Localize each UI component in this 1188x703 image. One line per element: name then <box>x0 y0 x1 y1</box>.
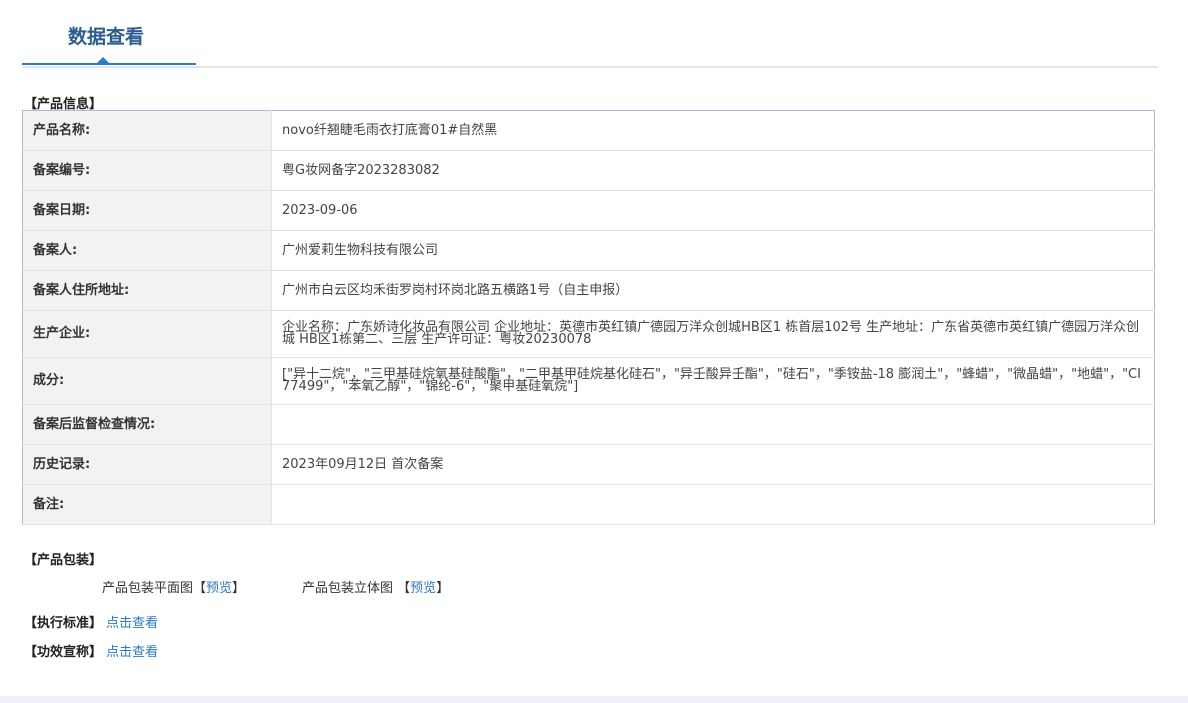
row-label: 备案人: <box>22 230 272 271</box>
row-value: 粤G妆网备字2023283082 <box>271 150 1155 191</box>
row-value <box>271 404 1155 445</box>
table-row: 备案人住所地址: 广州市白云区均禾街罗岗村环岗北路五横路1号（自主申报） <box>22 270 1155 311</box>
row-label: 备案日期: <box>22 190 272 231</box>
table-row: 备注: <box>22 484 1155 525</box>
standard-row: 【执行标准】 点击查看 <box>24 612 158 631</box>
tab-caret-icon <box>97 57 109 63</box>
table-row: 备案后监督检查情况: <box>22 404 1155 445</box>
tab-data-view[interactable]: 数据查看 <box>68 22 144 49</box>
row-value: 广州爱莉生物科技有限公司 <box>271 230 1155 271</box>
packaging-flat: 产品包装平面图【预览】 <box>102 577 245 596</box>
row-label: 备案编号: <box>22 150 272 191</box>
packaging-3d-label: 产品包装立体图 <box>302 581 394 596</box>
row-label: 备案后监督检查情况: <box>22 404 272 445</box>
row-label: 备案人住所地址: <box>22 270 272 311</box>
packaging-flat-label: 产品包装平面图 <box>102 581 194 596</box>
packaging-3d: 产品包装立体图 【预览】 <box>302 577 449 596</box>
row-label: 成分: <box>22 357 272 405</box>
preview-3d-link[interactable]: 预览 <box>410 581 436 596</box>
table-row: 历史记录: 2023年09月12日 首次备案 <box>22 444 1155 485</box>
row-label: 历史记录: <box>22 444 272 485</box>
row-value: novo纤翘睫毛雨衣打底膏01#自然黑 <box>271 110 1155 151</box>
row-label: 备注: <box>22 484 272 525</box>
claims-view-link[interactable]: 点击查看 <box>106 645 158 660</box>
bracket-close: 】 <box>232 581 246 596</box>
claims-row: 【功效宣称】 点击查看 <box>24 641 158 660</box>
row-value: 2023-09-06 <box>271 190 1155 231</box>
row-value: 广州市白云区均禾街罗岗村环岗北路五横路1号（自主申报） <box>271 270 1155 311</box>
bracket-close: 】 <box>436 581 450 596</box>
bracket-open: 【 <box>193 581 207 596</box>
footer-bar <box>0 696 1188 703</box>
preview-flat-link[interactable]: 预览 <box>206 581 232 596</box>
table-row: 备案人: 广州爱莉生物科技有限公司 <box>22 230 1155 271</box>
standard-view-link[interactable]: 点击查看 <box>106 616 158 631</box>
tab-bar: 数据查看 <box>22 0 1158 68</box>
table-row: 产品名称: novo纤翘睫毛雨衣打底膏01#自然黑 <box>22 110 1155 151</box>
row-label: 生产企业: <box>22 310 272 358</box>
standard-label: 【执行标准】 <box>24 616 103 631</box>
table-row: 备案编号: 粤G妆网备字2023283082 <box>22 150 1155 191</box>
row-value: 企业名称：广东娇诗化妆品有限公司 企业地址：英德市英红镇广德园万洋众创城HB区1… <box>271 310 1155 358</box>
tab-active-underline <box>22 63 196 65</box>
section-packaging-label: 【产品包装】 <box>24 553 103 568</box>
row-value <box>271 484 1155 525</box>
product-info-table: 产品名称: novo纤翘睫毛雨衣打底膏01#自然黑 备案编号: 粤G妆网备字20… <box>22 110 1155 525</box>
table-row: 备案日期: 2023-09-06 <box>22 190 1155 231</box>
bracket-open: 【 <box>397 581 411 596</box>
row-label: 产品名称: <box>22 110 272 151</box>
claims-label: 【功效宣称】 <box>24 645 103 660</box>
row-value: ["异十二烷"，"三甲基硅烷氧基硅酸酯"，"二甲基甲硅烷基化硅石"，"异壬酸异壬… <box>271 357 1155 405</box>
row-value: 2023年09月12日 首次备案 <box>271 444 1155 485</box>
table-row: 成分: ["异十二烷"，"三甲基硅烷氧基硅酸酯"，"二甲基甲硅烷基化硅石"，"异… <box>22 357 1155 405</box>
table-row: 生产企业: 企业名称：广东娇诗化妆品有限公司 企业地址：英德市英红镇广德园万洋众… <box>22 310 1155 358</box>
